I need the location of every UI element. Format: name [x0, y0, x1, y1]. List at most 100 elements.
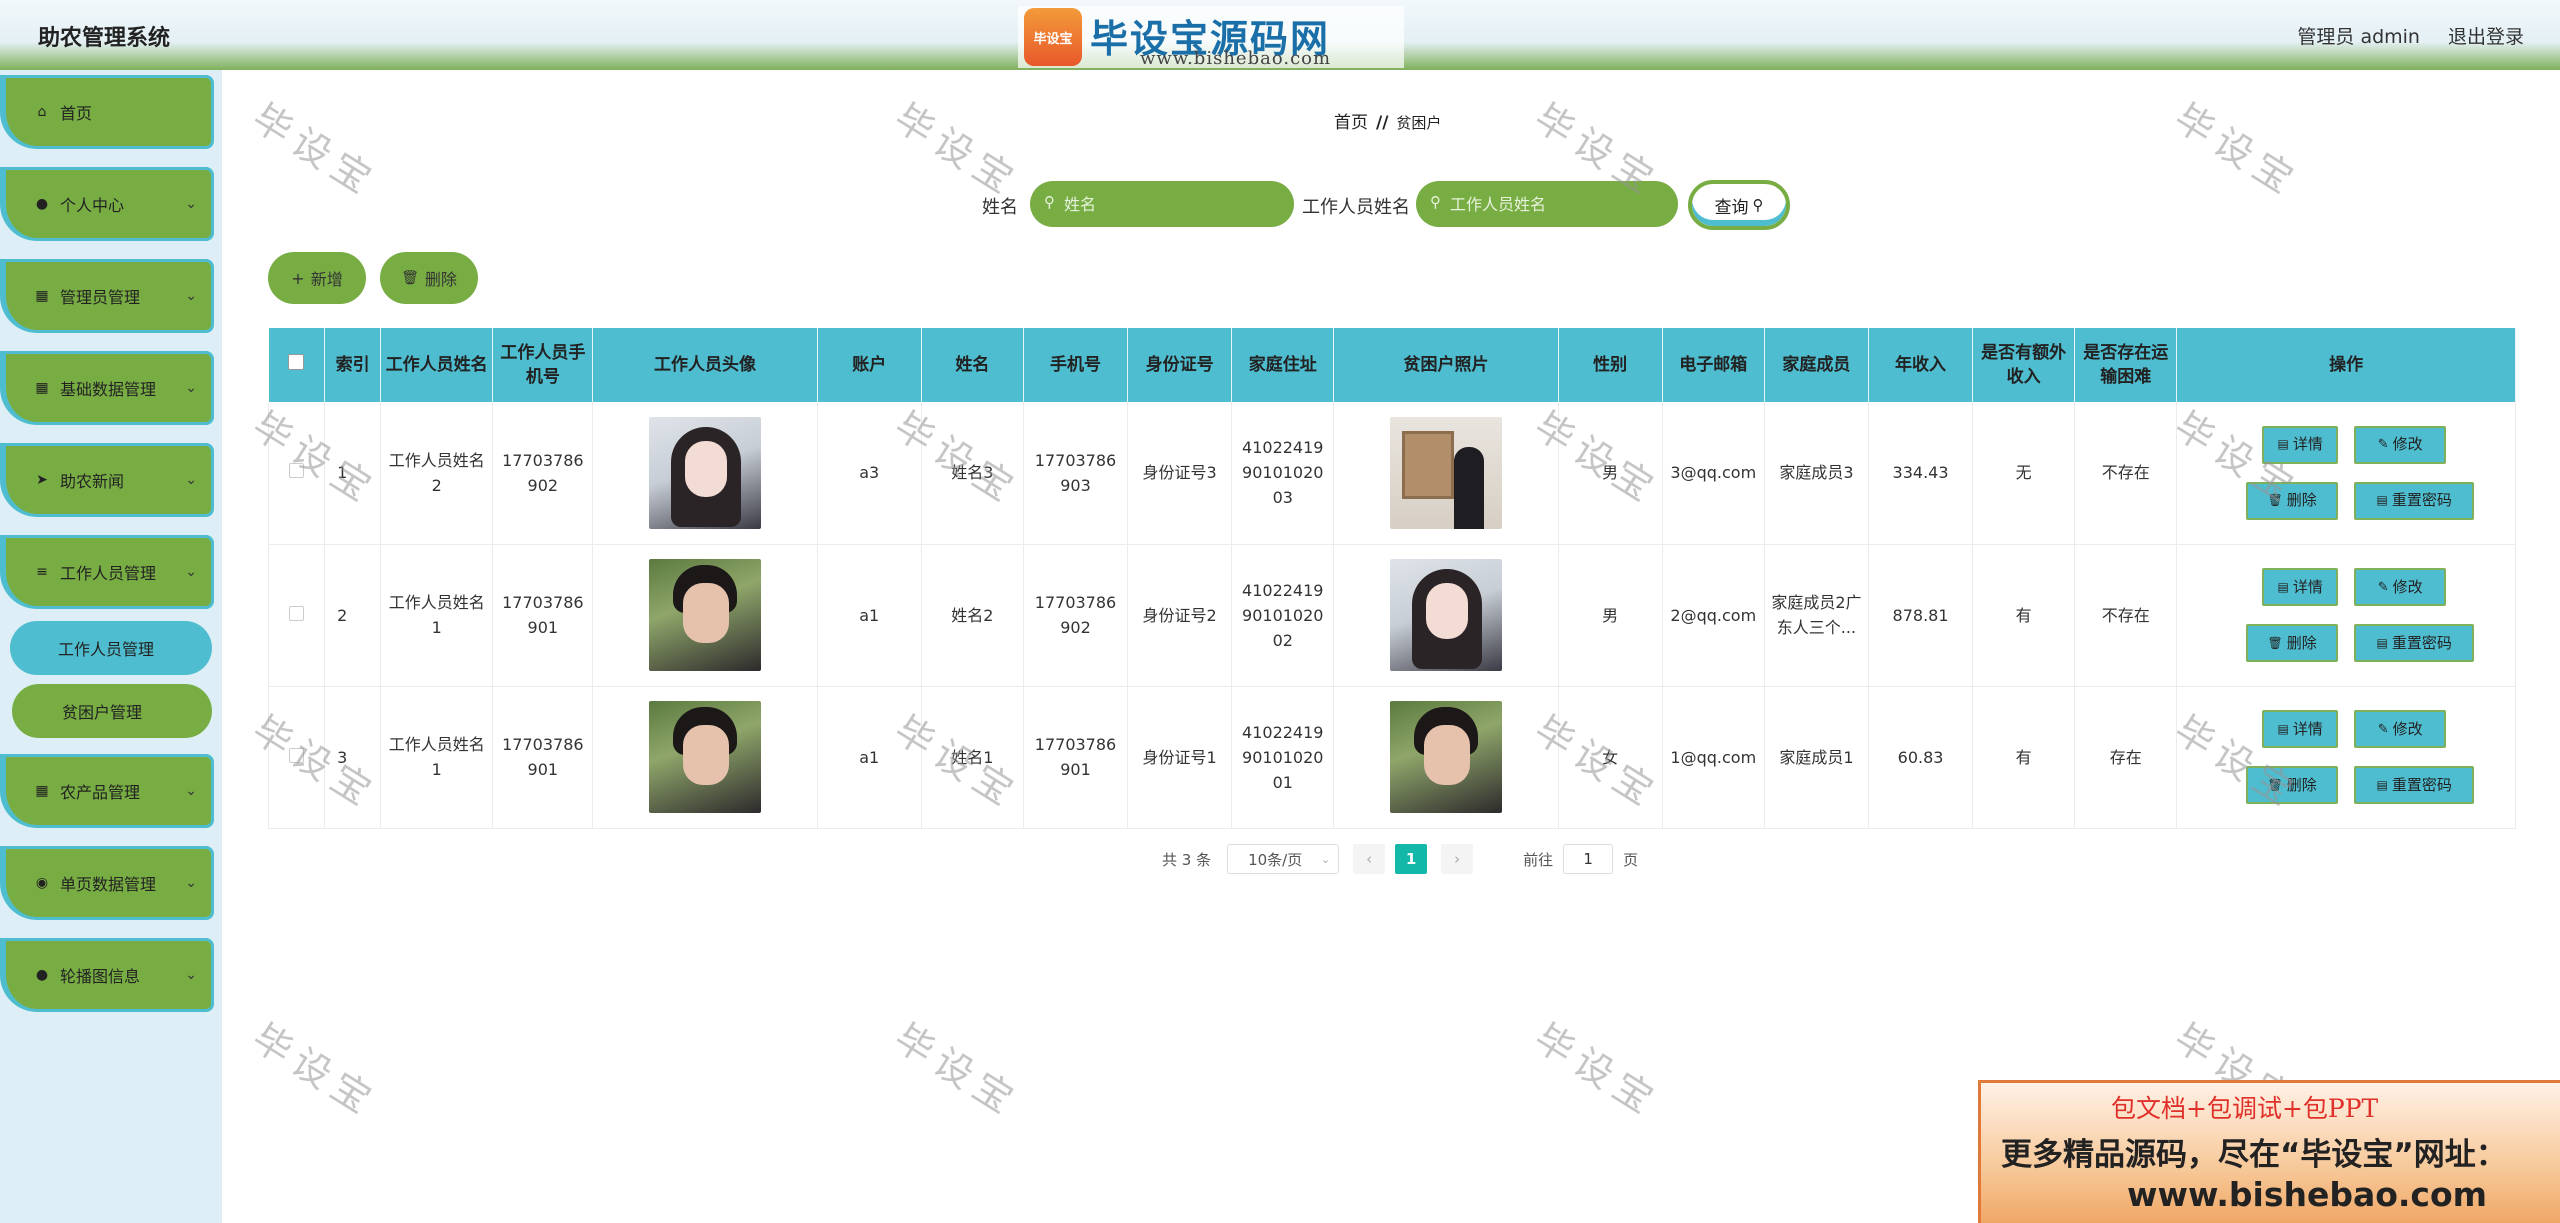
pin-icon: ◉: [35, 875, 49, 891]
breadcrumb-home[interactable]: 首页: [1334, 113, 1368, 133]
document-icon: ▤: [2376, 777, 2388, 792]
document-icon: ▤: [2277, 721, 2289, 736]
grid-icon: ▦: [35, 288, 49, 304]
page-size-value: 10条/页: [1248, 850, 1303, 869]
account-cell: a3: [816, 402, 922, 545]
delete-button[interactable]: 🗑 删除: [2246, 481, 2339, 520]
table-header-row: 索引 工作人员姓名 工作人员手机号 工作人员头像 账户 姓名 手机号 身份证号 家庭住址 贫困户照…: [268, 328, 2516, 402]
extra-income-cell: 无: [1972, 402, 2076, 545]
detail-button-label: 详情: [2292, 577, 2323, 596]
delete-button-label: 删除: [424, 270, 457, 289]
sidebar-item-2[interactable]: ● 个人中心 ⌄: [0, 167, 214, 241]
sidebar-item-label: 轮播图信息: [60, 967, 141, 986]
table-header-cell: 家庭住址: [1231, 328, 1335, 402]
table-header-cell: 账户: [817, 328, 922, 402]
sidebar-subitem-label: 工作人员管理: [58, 640, 155, 659]
watermark-text: 毕设宝: [1526, 1015, 1668, 1126]
plus-icon: +: [291, 268, 305, 288]
table-header-cell: 操作: [2176, 328, 2516, 402]
sidebar-item-8[interactable]: ◉ 单页数据管理 ⌄: [0, 846, 214, 920]
delete-button-label: 删除: [2286, 491, 2317, 510]
household-photo[interactable]: [1389, 559, 1502, 671]
edit-button-label: 修改: [2392, 577, 2423, 596]
staff-phone-cell: 17703786902: [492, 402, 594, 545]
edit-button-label: 修改: [2392, 435, 2423, 454]
name-cell: 姓名3: [920, 402, 1024, 545]
row-checkbox[interactable]: [289, 605, 305, 621]
page-size-select[interactable]: 10条/页 ⌄: [1227, 844, 1340, 874]
prev-page-button[interactable]: ‹: [1353, 844, 1386, 874]
table-header-cell: 性别: [1558, 328, 1663, 402]
logo-badge: 毕设宝: [1024, 8, 1082, 66]
goto-page-input[interactable]: 1: [1563, 844, 1614, 874]
row-checkbox[interactable]: [289, 463, 305, 479]
index-cell: 2: [324, 544, 382, 687]
income-cell: 878.81: [1867, 544, 1974, 687]
watermark-text: 毕设宝: [244, 95, 386, 206]
delete-button[interactable]: 🗑 删除: [2246, 624, 2339, 662]
sidebar-item-3[interactable]: ▦ 管理员管理 ⌄: [0, 259, 214, 333]
sidebar-item-6[interactable]: ≡ 工作人员管理 ⌄: [0, 535, 214, 609]
chevron-left-icon: ‹: [1366, 850, 1373, 868]
sidebar-subitem-label: 贫困户管理: [62, 703, 143, 722]
operations-cell: ▤ 详情 ✎ 修改 🗑 删除 ▤ 重置密码: [2176, 544, 2516, 687]
staff-search-input[interactable]: [1416, 181, 1678, 227]
row-checkbox[interactable]: [289, 747, 305, 763]
chevron-down-icon: ⌄: [185, 288, 197, 304]
detail-button-label: 详情: [2292, 435, 2323, 454]
sidebar-item-7[interactable]: ▦ 农产品管理 ⌄: [0, 754, 214, 828]
edit-button[interactable]: ✎ 修改: [2354, 568, 2447, 606]
page-number-current[interactable]: 1: [1395, 844, 1428, 874]
watermark-text: 毕设宝: [886, 95, 1028, 206]
sidebar-subitem-2[interactable]: 贫困户管理: [12, 684, 212, 738]
reset-password-button[interactable]: ▤ 重置密码: [2354, 624, 2475, 662]
chevron-down-icon: ⌄: [185, 564, 197, 580]
trash-icon: 🗑: [2267, 777, 2283, 792]
add-button-label: 新增: [310, 270, 343, 289]
edit-button[interactable]: ✎ 修改: [2354, 710, 2447, 748]
staff-avatar[interactable]: [649, 701, 762, 813]
detail-button[interactable]: ▤ 详情: [2262, 710, 2339, 748]
add-button[interactable]: + 新增: [268, 252, 366, 304]
reset-password-button[interactable]: ▤ 重置密码: [2354, 481, 2475, 520]
detail-button[interactable]: ▤ 详情: [2262, 568, 2339, 606]
household-photo[interactable]: [1389, 701, 1502, 813]
delete-button-label: 删除: [2286, 633, 2317, 652]
document-icon: ▤: [2376, 635, 2388, 650]
sidebar-item-label: 个人中心: [60, 196, 125, 215]
sidebar-subitem-1[interactable]: 工作人员管理: [10, 621, 212, 675]
staff-avatar[interactable]: [649, 416, 762, 529]
staff-name-cell: 工作人员姓名1: [380, 686, 494, 829]
reset-password-button[interactable]: ▤ 重置密码: [2354, 766, 2475, 804]
select-all-checkbox[interactable]: [288, 354, 305, 370]
table-header-cell: 是否存在运输困难: [2074, 328, 2178, 402]
address-cell: 410224199010102002: [1231, 544, 1335, 687]
query-button[interactable]: 查询 ⚲: [1688, 180, 1790, 230]
ad-line-1: 包文档+包调试+包PPT: [2111, 1094, 2379, 1123]
transport-cell: 存在: [2074, 686, 2178, 829]
sidebar-item-1[interactable]: ⌂ 首页: [0, 75, 214, 149]
household-photo-cell: [1333, 686, 1559, 829]
table-header-cell: 索引: [324, 328, 382, 402]
sidebar-item-9[interactable]: ● 轮播图信息 ⌄: [0, 938, 214, 1012]
name-search-input[interactable]: [1030, 181, 1294, 227]
sidebar-item-5[interactable]: ➤ 助农新闻 ⌄: [0, 443, 214, 517]
reset-password-label: 重置密码: [2391, 775, 2452, 794]
app-title: 助农管理系统: [38, 26, 171, 51]
edit-button[interactable]: ✎ 修改: [2354, 425, 2447, 464]
batch-delete-button[interactable]: 🗑 删除: [380, 252, 478, 304]
detail-button[interactable]: ▤ 详情: [2262, 425, 2339, 464]
ad-banner[interactable]: 包文档+包调试+包PPT 更多精品源码，尽在“毕设宝”网址： www.bishe…: [1978, 1080, 2560, 1223]
table-row: 1 工作人员姓名2 17703786902 a3 姓名3 17703786903 身份证号3…: [267, 402, 2516, 545]
staff-avatar[interactable]: [649, 559, 762, 671]
detail-button-label: 详情: [2292, 719, 2323, 738]
watermark-text: 毕设宝: [244, 1015, 386, 1126]
delete-button[interactable]: 🗑 删除: [2246, 766, 2339, 804]
next-page-button[interactable]: ›: [1441, 844, 1474, 874]
staff-phone-cell: 17703786901: [492, 544, 594, 687]
chevron-down-icon: ⌄: [185, 967, 197, 983]
sidebar-item-4[interactable]: ▦ 基础数据管理 ⌄: [0, 351, 214, 425]
household-photo[interactable]: [1389, 416, 1502, 529]
logout-link[interactable]: 退出登录: [2448, 22, 2524, 49]
home-icon: ⌂: [37, 104, 47, 120]
